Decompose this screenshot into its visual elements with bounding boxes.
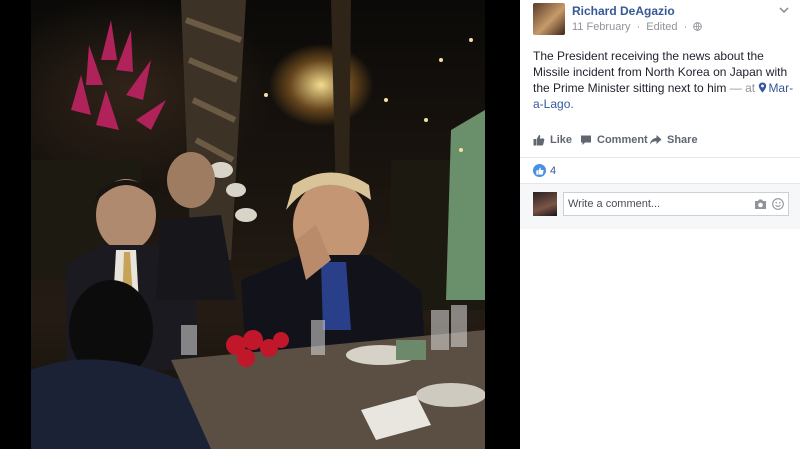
pink-flowers <box>71 20 166 130</box>
person-behind-face <box>167 152 215 208</box>
comment-button[interactable]: Comment <box>580 134 648 146</box>
like-button[interactable]: Like <box>533 134 572 146</box>
viewer-avatar <box>533 192 557 216</box>
person-right <box>446 110 485 300</box>
reactions-summary[interactable]: 4 <box>520 158 800 182</box>
post-actions: Like Comment Share <box>533 134 793 152</box>
smiley-icon[interactable] <box>772 198 784 210</box>
like-label: Like <box>550 134 573 146</box>
meta-separator-2: · <box>683 21 688 33</box>
string-lights <box>264 38 473 152</box>
map-pin-icon <box>759 82 767 93</box>
comment-composer <box>520 183 800 229</box>
edited-label[interactable]: Edited <box>646 21 677 33</box>
speech-bubble-icon <box>581 135 591 145</box>
at-prefix: — at <box>729 81 756 95</box>
comment-box[interactable] <box>563 192 789 216</box>
thumbs-up-icon <box>535 167 544 175</box>
photo-scene <box>31 0 485 449</box>
comment-label: Comment <box>597 134 648 146</box>
post-meta: 11 February · Edited · <box>572 21 703 33</box>
meta-separator: · <box>636 21 641 33</box>
share-label: Share <box>667 134 698 146</box>
reaction-count[interactable]: 4 <box>550 165 556 177</box>
post-header: Richard DeAgazio 11 February · Edited · <box>520 0 800 40</box>
like-reaction-icon <box>533 164 546 177</box>
chevron-down-icon[interactable] <box>778 4 790 16</box>
post-sidebar: Richard DeAgazio 11 February · Edited · … <box>520 0 800 449</box>
thumbs-up-icon <box>533 134 545 146</box>
author-name[interactable]: Richard DeAgazio <box>572 4 675 18</box>
photo-viewer <box>0 0 520 449</box>
palm-trunk-right <box>331 0 351 200</box>
post-body: The President receiving the news about t… <box>533 48 795 112</box>
share-button[interactable]: Share <box>649 134 698 146</box>
person-center-tie <box>321 262 351 330</box>
share-arrow-icon <box>649 135 662 145</box>
post-photo[interactable] <box>31 0 485 449</box>
author-avatar[interactable] <box>533 3 565 35</box>
camera-icon[interactable] <box>754 198 767 210</box>
comment-input[interactable] <box>568 198 738 210</box>
globe-icon[interactable] <box>693 22 703 31</box>
post-date[interactable]: 11 February <box>572 21 631 33</box>
